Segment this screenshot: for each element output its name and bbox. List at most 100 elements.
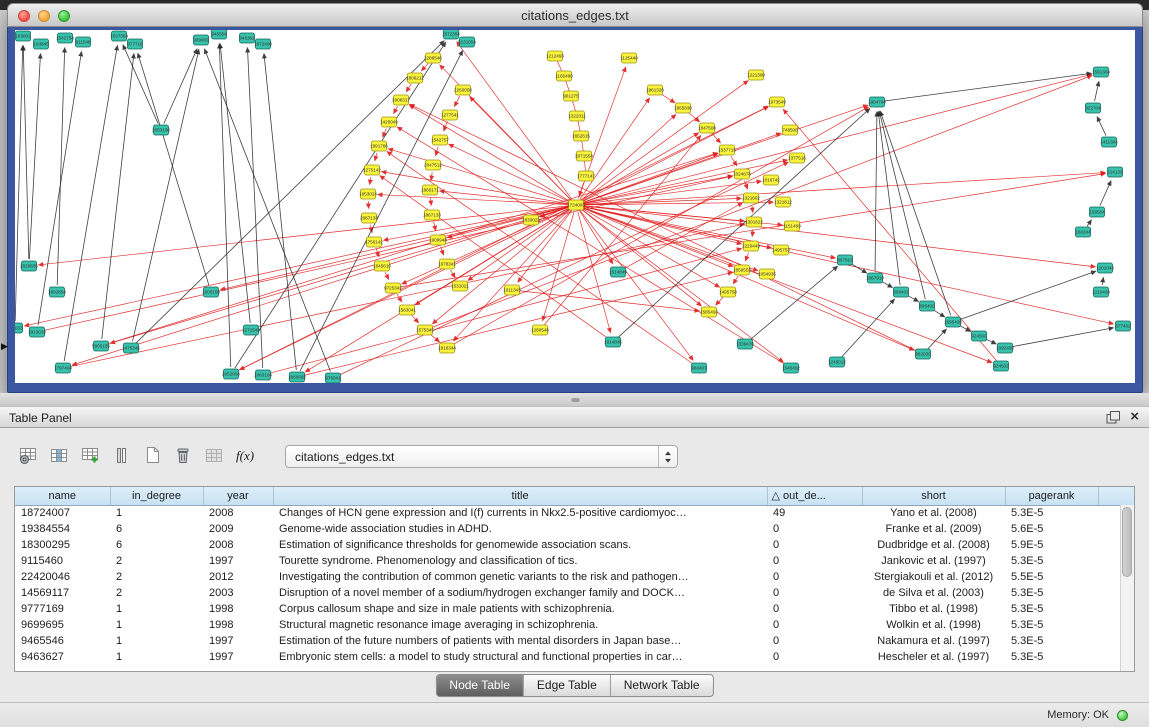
cell[interactable]: Tourette syndrome. Phenomenology and cla…	[273, 553, 767, 569]
graph-node[interactable]: 1201043	[1096, 263, 1114, 273]
graph-edge[interactable]	[406, 84, 411, 92]
graph-edge[interactable]	[933, 310, 945, 317]
table-row[interactable]: 2242004622012Investigating the contribut…	[15, 569, 1134, 585]
graph-edge[interactable]	[580, 98, 650, 199]
cell[interactable]: 9777169	[15, 601, 110, 617]
graph-edge[interactable]	[400, 174, 1106, 287]
graph-node[interactable]: 748508	[782, 125, 798, 135]
cell[interactable]: Disruption of a novel member of a sodium…	[273, 585, 767, 601]
graph-edge[interactable]	[544, 135, 700, 324]
graph-node[interactable]: 2286540	[424, 53, 442, 63]
graph-node[interactable]: 1531021	[451, 281, 469, 291]
cell[interactable]: Estimation of the future numbers of pati…	[273, 633, 767, 649]
graph-edge[interactable]	[383, 128, 387, 137]
cell[interactable]: 5.3E-5	[1005, 649, 1098, 665]
graph-node[interactable]: 1221390	[747, 70, 765, 80]
cell[interactable]: 14569117	[15, 585, 110, 601]
table-scrollbar-thumb[interactable]	[1122, 507, 1132, 577]
graph-node[interactable]: 946362	[239, 33, 255, 43]
column-header-short[interactable]: short	[862, 487, 1005, 505]
graph-node[interactable]: 8131054	[458, 37, 476, 47]
cell[interactable]: Embryonic stem cells: a model to study s…	[273, 649, 767, 665]
cell[interactable]: 2009	[203, 521, 273, 537]
graph-edge[interactable]	[928, 329, 947, 349]
cell[interactable]: 6	[110, 521, 203, 537]
graph-node[interactable]: 1872400	[254, 39, 272, 49]
graph-node[interactable]: 2047512	[424, 160, 442, 170]
graph-edge[interactable]	[15, 45, 23, 321]
graph-edge[interactable]	[875, 111, 877, 271]
graph-edge[interactable]	[72, 207, 569, 365]
graph-node[interactable]: 961275	[563, 91, 579, 101]
graph-edge[interactable]	[38, 206, 569, 265]
graph-node[interactable]: 1542754	[56, 33, 74, 43]
graph-edge[interactable]	[204, 49, 330, 372]
graph-node[interactable]: 1645610	[373, 261, 391, 271]
graph-node[interactable]: 1806212	[406, 73, 424, 83]
graph-edge[interactable]	[64, 45, 117, 361]
graph-edge[interactable]	[1100, 181, 1111, 206]
graph-node[interactable]: 2260058	[454, 85, 472, 95]
graph-node[interactable]: 2087133	[360, 213, 378, 223]
table-row[interactable]: 969969511998Structural magnetic resonanc…	[15, 617, 1134, 633]
cell[interactable]: Estimation of significance thresholds fo…	[273, 537, 767, 553]
graph-edge[interactable]	[110, 207, 569, 343]
graph-node[interactable]: 1280548	[531, 325, 549, 335]
graph-edge[interactable]	[1087, 220, 1092, 226]
add-column-icon[interactable]	[78, 443, 102, 467]
graph-node[interactable]: 1955830	[674, 103, 692, 113]
divider-grip[interactable]	[571, 397, 580, 402]
cell[interactable]: 5.3E-5	[1005, 505, 1098, 521]
graph-node[interactable]: 1572354	[442, 30, 460, 39]
cell[interactable]: 5.3E-5	[1005, 601, 1098, 617]
graph-edge[interactable]	[1095, 81, 1099, 101]
graph-edge[interactable]	[220, 207, 569, 290]
graph-node[interactable]: 1914845	[604, 337, 622, 347]
graph-node[interactable]: 1321602	[742, 193, 760, 203]
graph-edge[interactable]	[394, 106, 398, 114]
graph-node[interactable]: 1277541	[441, 110, 459, 120]
graph-edge[interactable]	[582, 106, 768, 201]
cell[interactable]: 49	[767, 505, 862, 521]
graph-edge[interactable]	[733, 276, 738, 284]
tab-network-table[interactable]: Network Table	[611, 675, 713, 696]
graph-node[interactable]: 2052004	[222, 369, 240, 379]
cell[interactable]: 2003	[203, 585, 273, 601]
cell[interactable]: 1	[110, 617, 203, 633]
graph-node[interactable]: 1271543	[242, 325, 260, 335]
column-header-filler[interactable]	[1098, 487, 1134, 505]
graph-node[interactable]: 1637304	[110, 31, 128, 41]
graph-node[interactable]: 1830022	[522, 215, 540, 225]
cell[interactable]: 18724007	[15, 505, 110, 521]
graph-node[interactable]: 1797404	[54, 363, 72, 373]
cell[interactable]: 9699695	[15, 617, 110, 633]
cell[interactable]: 0	[767, 569, 862, 585]
graph-edge[interactable]	[432, 75, 1093, 327]
graph-edge[interactable]	[581, 114, 676, 200]
cell[interactable]: 6	[110, 537, 203, 553]
graph-node[interactable]: 2620655	[20, 261, 38, 271]
graph-edge[interactable]	[23, 45, 29, 259]
cell[interactable]: Nakamura et al. (1997)	[862, 633, 1005, 649]
cell[interactable]: 5.5E-5	[1005, 569, 1098, 585]
graph-node[interactable]: 895400	[919, 301, 935, 311]
table-row[interactable]: 1456911722003Disruption of a novel membe…	[15, 585, 1134, 601]
graph-node[interactable]: 924502	[993, 361, 1009, 371]
graph-node[interactable]: 1054935	[758, 269, 776, 279]
graph-node[interactable]: 114133	[1108, 167, 1123, 177]
cell[interactable]: 0	[767, 633, 862, 649]
graph-edge[interactable]	[985, 339, 996, 344]
graph-node[interactable]: 1245012	[828, 357, 846, 367]
cell[interactable]: Genome-wide association studies in ADHD.	[273, 521, 767, 537]
graph-node[interactable]: 1695420	[944, 317, 962, 327]
cell[interactable]: 0	[767, 649, 862, 665]
graph-edge[interactable]	[661, 94, 675, 103]
cell[interactable]: 19384554	[15, 521, 110, 537]
graph-edge[interactable]	[716, 297, 724, 305]
table-row[interactable]: 946554611997Estimation of the future num…	[15, 633, 1134, 649]
graph-node[interactable]: 1016742	[762, 175, 780, 185]
graph-edge[interactable]	[1097, 117, 1106, 136]
graph-edge[interactable]	[881, 281, 892, 287]
split-pane-divider[interactable]	[0, 393, 1149, 406]
cell[interactable]: Stergiakouli et al. (2012)	[862, 569, 1005, 585]
